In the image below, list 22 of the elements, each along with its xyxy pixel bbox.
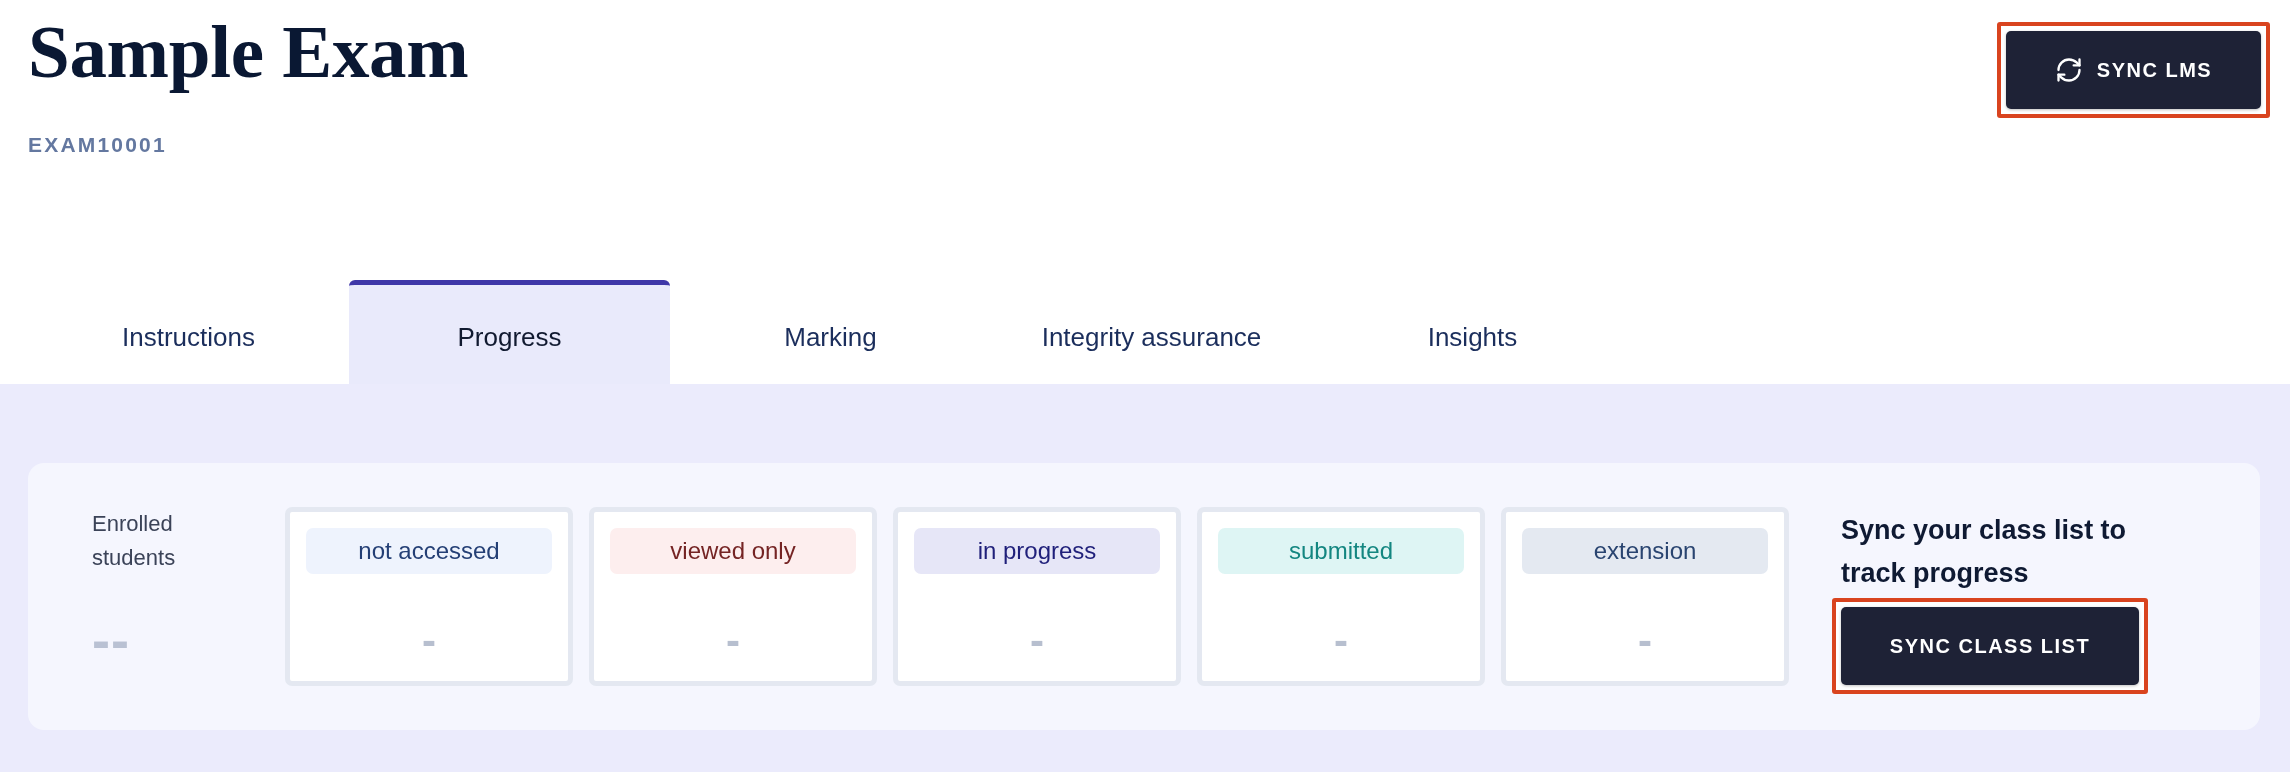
sync-button[interactable]: SYNC LMS [2006,31,2261,109]
status-count: - [1334,620,1348,662]
refresh-icon [2054,56,2083,84]
sync-button[interactable]: SYNC CLASS LIST [1841,607,2139,685]
tab[interactable]: Integrity assurance [991,280,1312,384]
status-tag: viewed only [610,528,856,574]
status-count: - [726,620,740,662]
status-count: - [1638,620,1652,662]
status-tag: not accessed [306,528,552,574]
status-count: - [422,620,436,662]
tab[interactable]: Marking [670,280,991,384]
tab[interactable]: Insights [1312,280,1633,384]
tab[interactable]: Instructions [28,280,349,384]
enrolled-value: -- [92,613,130,667]
status-count: - [1030,620,1044,662]
enrolled-label: Enrolled students [92,510,177,572]
tab[interactable]: Progress [349,280,670,384]
sync-prompt: Sync your class list to track progress [1841,514,2128,590]
exam-code: EXAM10001 [28,134,167,155]
status-tag: submitted [1218,528,1464,574]
status-tag: in progress [914,528,1160,574]
status-tag: extension [1522,528,1768,574]
